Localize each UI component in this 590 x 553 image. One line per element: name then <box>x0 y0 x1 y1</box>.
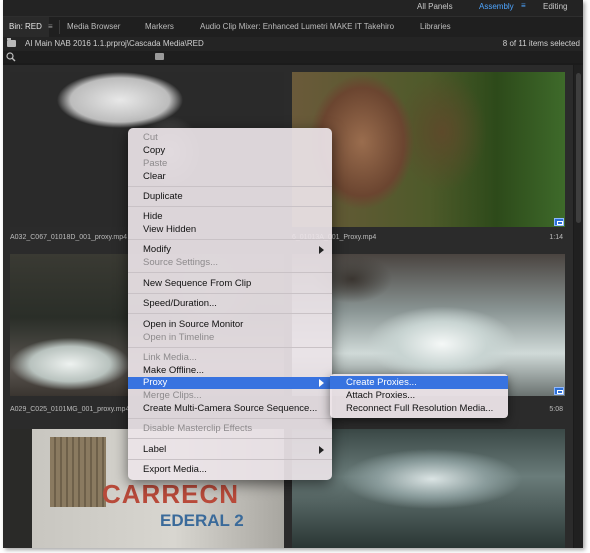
tab-divider <box>59 20 60 34</box>
menu-item-paste: Paste <box>143 158 168 169</box>
submenu-arrow-icon <box>319 446 324 454</box>
menu-separator <box>128 272 332 273</box>
wall-text: CARRECN <box>102 479 239 509</box>
menu-item-open-source-monitor[interactable]: Open in Source Monitor <box>143 319 243 331</box>
workspace-menu-icon[interactable]: ≡ <box>521 1 526 10</box>
menu-item-clear[interactable]: Clear <box>143 171 166 183</box>
menu-separator <box>128 293 332 294</box>
menu-separator <box>128 438 332 439</box>
wooden-door <box>50 437 106 507</box>
menu-item-label: Modify <box>143 244 171 255</box>
menu-item-proxy[interactable]: Proxy <box>128 377 332 389</box>
menu-item-hide[interactable]: Hide <box>143 211 163 223</box>
clip-name: A032_C067_01018D_001_proxy.mp4 <box>10 234 128 241</box>
menu-item-merge-clips: Merge Clips... <box>143 390 202 401</box>
menu-separator <box>128 418 332 419</box>
workspace-all-panels[interactable]: All Panels <box>417 2 453 11</box>
tab-audio-clip-mixer[interactable]: Audio Clip Mixer: Enhanced Lumetri MAKE … <box>200 22 394 31</box>
panel-tab-bar: Bin: RED ≡ Media Browser Markers Audio C… <box>3 16 583 38</box>
bin-path-bar: AI Main NAB 2016 1.1.prproj\Cascada Medi… <box>3 37 583 51</box>
menu-item-disable-effects: Disable Masterclip Effects <box>143 423 253 434</box>
workspace-bar: All Panels Assembly ≡ Editing <box>3 0 583 16</box>
bin-path: AI Main NAB 2016 1.1.prproj\Cascada Medi… <box>25 39 204 48</box>
tab-menu-icon[interactable]: ≡ <box>48 22 53 31</box>
menu-item-export-media[interactable]: Export Media... <box>143 464 207 476</box>
clip-duration: 1:14 <box>549 234 563 241</box>
proxy-badge-icon <box>554 387 564 395</box>
proxy-submenu: Create Proxies... Attach Proxies... Reco… <box>330 374 508 418</box>
menu-item-duplicate[interactable]: Duplicate <box>143 191 183 203</box>
menu-item-link-media: Link Media... <box>143 352 197 363</box>
menu-item-make-offline[interactable]: Make Offline... <box>143 365 204 377</box>
selection-count: 8 of 11 items selected <box>502 39 580 48</box>
menu-item-label: Proxy <box>143 377 168 388</box>
tab-libraries[interactable]: Libraries <box>420 22 451 31</box>
search-bar <box>3 51 583 63</box>
menu-item-label-color[interactable]: Label <box>143 444 332 456</box>
menu-item-multicam[interactable]: Create Multi-Camera Source Sequence... <box>143 403 317 415</box>
clip-thumbnail[interactable] <box>292 429 565 548</box>
folder-icon <box>7 38 16 47</box>
workspace-editing[interactable]: Editing <box>543 2 567 11</box>
menu-separator <box>128 459 332 460</box>
scrollbar-thumb[interactable] <box>576 73 581 223</box>
clip-name: A029_C025_0101MG_001_proxy.mp4 <box>10 406 130 413</box>
submenu-arrow-icon <box>319 246 324 254</box>
menu-separator <box>128 186 332 187</box>
menu-item-source-settings: Source Settings... <box>143 257 218 268</box>
submenu-item-reconnect[interactable]: Reconnect Full Resolution Media... <box>330 402 508 415</box>
proxy-badge-icon <box>554 218 564 226</box>
clip-card[interactable]: 6_01013A_001_Proxy.mp4 1:14 <box>292 72 565 250</box>
menu-item-label: Label <box>143 444 167 455</box>
context-menu: Cut Copy Paste Clear Duplicate Hide View… <box>128 128 332 480</box>
menu-separator <box>128 239 332 240</box>
menu-separator <box>128 313 332 314</box>
menu-item-cut: Cut <box>143 132 158 143</box>
menu-item-copy[interactable]: Copy <box>143 145 165 157</box>
submenu-item-create-proxies[interactable]: Create Proxies... <box>330 376 508 389</box>
menu-separator <box>128 206 332 207</box>
menu-item-speed-duration[interactable]: Speed/Duration... <box>143 298 217 310</box>
clip-duration: 5:08 <box>549 406 563 413</box>
workspace-assembly[interactable]: Assembly <box>479 2 514 11</box>
search-icon[interactable] <box>6 52 16 62</box>
clip-thumbnail[interactable] <box>292 72 565 227</box>
menu-item-open-timeline: Open in Timeline <box>143 332 215 343</box>
menu-item-view-hidden[interactable]: View Hidden <box>143 224 196 236</box>
tab-media-browser[interactable]: Media Browser <box>67 22 120 31</box>
clip-card[interactable] <box>292 429 565 548</box>
menu-separator <box>128 347 332 348</box>
submenu-item-attach-proxies[interactable]: Attach Proxies... <box>330 389 508 402</box>
menu-item-modify[interactable]: Modify <box>143 244 332 256</box>
wall-text: EDERAL 2 <box>160 511 244 530</box>
new-bin-icon[interactable] <box>155 53 164 60</box>
menu-item-new-sequence[interactable]: New Sequence From Clip <box>143 278 251 290</box>
tab-bin-red[interactable]: Bin: RED <box>3 17 49 37</box>
grid-scrollbar[interactable] <box>574 65 583 548</box>
submenu-arrow-icon <box>319 379 324 387</box>
tab-markers[interactable]: Markers <box>145 22 174 31</box>
